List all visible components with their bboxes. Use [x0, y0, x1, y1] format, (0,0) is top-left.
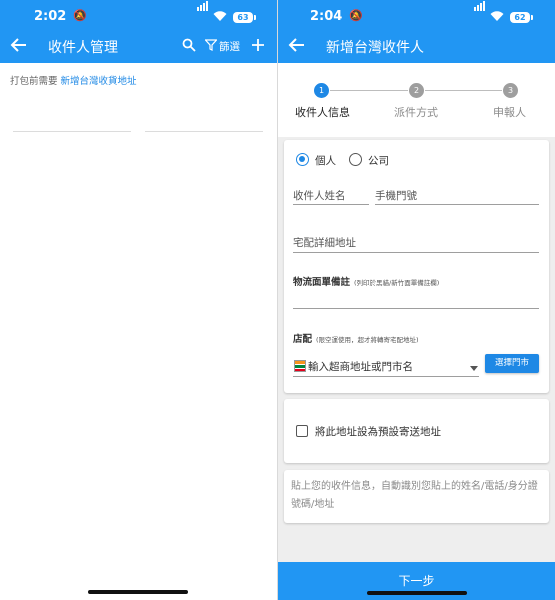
- default-address-card: 將此地址設為預設寄送地址: [284, 399, 549, 463]
- status-bar: 2:04 🔕 62: [278, 0, 555, 32]
- store-field-label: 店配 (限空運使用，超才將轉寄宅配地址): [293, 334, 419, 345]
- default-address-label: 將此地址設為預設寄送地址: [315, 426, 441, 438]
- paste-hint-text: 貼上您的收件信息，自動識別您貼上的姓名/電話/身分證號碼/地址: [291, 481, 538, 510]
- default-address-checkbox[interactable]: [296, 425, 308, 437]
- note-input[interactable]: [293, 308, 539, 309]
- note-field-sublabel: (列印於黑貓/新竹面單備註欄): [354, 279, 440, 287]
- filter-label: 篩選: [219, 41, 240, 53]
- step-connector-2: [425, 90, 502, 91]
- wifi-icon: [213, 11, 227, 21]
- phone-input[interactable]: [375, 204, 539, 205]
- recipient-management-screen: 2:02 🔕 63 收件人管理 篩選 打包前需要 新增台灣收貨地址: [0, 0, 277, 600]
- page-title: 收件人管理: [48, 40, 118, 56]
- back-arrow-icon[interactable]: [10, 35, 28, 55]
- stepper: 1 2 3 收件人信息 派件方式 申報人: [278, 63, 555, 137]
- add-recipient-screen: 2:04 🔕 62 新增台灣收件人 1 2 3 收件人信息 派件方式 申報人 個…: [278, 0, 555, 600]
- radio-company-label: 公司: [368, 155, 389, 167]
- battery-icon: 63: [233, 12, 256, 23]
- tab-underline-right: [145, 131, 263, 132]
- step-1-dot: 1: [314, 83, 329, 98]
- home-indicator: [88, 590, 188, 594]
- store-input-underline: [293, 376, 479, 377]
- radio-company[interactable]: [349, 153, 362, 166]
- step-3-dot: 3: [503, 83, 518, 98]
- step-1-label: 收件人信息: [295, 106, 350, 119]
- step-2-label: 派件方式: [394, 106, 438, 119]
- paste-address-card[interactable]: 貼上您的收件信息，自動識別您貼上的姓名/電話/身分證號碼/地址: [284, 470, 549, 523]
- address-input[interactable]: [293, 252, 539, 253]
- battery-icon: 62: [510, 12, 533, 23]
- note-field-label: 物流面單備註 (列印於黑貓/新竹面單備註欄): [293, 277, 440, 288]
- filter-button[interactable]: 篩選: [205, 37, 243, 53]
- hint-text: 打包前需要: [10, 76, 61, 87]
- filter-icon: [205, 39, 217, 51]
- bell-mute-icon: 🔕: [349, 9, 363, 22]
- select-store-button[interactable]: 選擇門市: [485, 354, 539, 373]
- status-bar: 2:02 🔕 63: [0, 0, 277, 32]
- status-time: 2:04: [310, 9, 343, 24]
- step-connector-1: [330, 90, 408, 91]
- wifi-icon: [490, 11, 504, 21]
- name-input[interactable]: [293, 204, 369, 205]
- app-bar: 2:02 🔕 63 收件人管理 篩選: [0, 0, 277, 63]
- search-icon[interactable]: [182, 38, 196, 52]
- radio-individual-label: 個人: [315, 155, 336, 167]
- add-taiwan-address-link[interactable]: 新增台灣收貨地址: [61, 76, 137, 87]
- bell-mute-icon: 🔕: [73, 9, 87, 22]
- status-time: 2:02: [34, 9, 67, 24]
- page-title: 新增台灣收件人: [326, 40, 424, 56]
- phone-field-label: 手機門號: [375, 190, 417, 202]
- dropdown-caret-icon[interactable]: [470, 366, 478, 371]
- name-field-label: 收件人姓名: [293, 190, 346, 202]
- step-2-dot: 2: [409, 83, 424, 98]
- store-search-input[interactable]: 輸入超商地址或門市名: [308, 359, 413, 374]
- home-indicator: [367, 591, 467, 595]
- recipient-form-card: 個人 公司 收件人姓名 手機門號 宅配詳細地址 物流面單備註 (列印於黑貓/新竹面…: [284, 140, 549, 393]
- store-field-sublabel: (限空運使用，超才將轉寄宅配地址): [316, 336, 419, 344]
- radio-individual[interactable]: [296, 153, 309, 166]
- add-address-hint: 打包前需要 新增台灣收貨地址: [10, 73, 137, 87]
- seven-eleven-logo: [294, 360, 306, 372]
- address-field-label: 宅配詳細地址: [293, 237, 356, 249]
- back-arrow-icon[interactable]: [288, 35, 306, 55]
- tab-underline-left: [13, 131, 131, 132]
- step-3-label: 申報人: [493, 106, 526, 119]
- app-bar: 2:04 🔕 62 新增台灣收件人: [278, 0, 555, 63]
- add-icon[interactable]: [251, 38, 265, 52]
